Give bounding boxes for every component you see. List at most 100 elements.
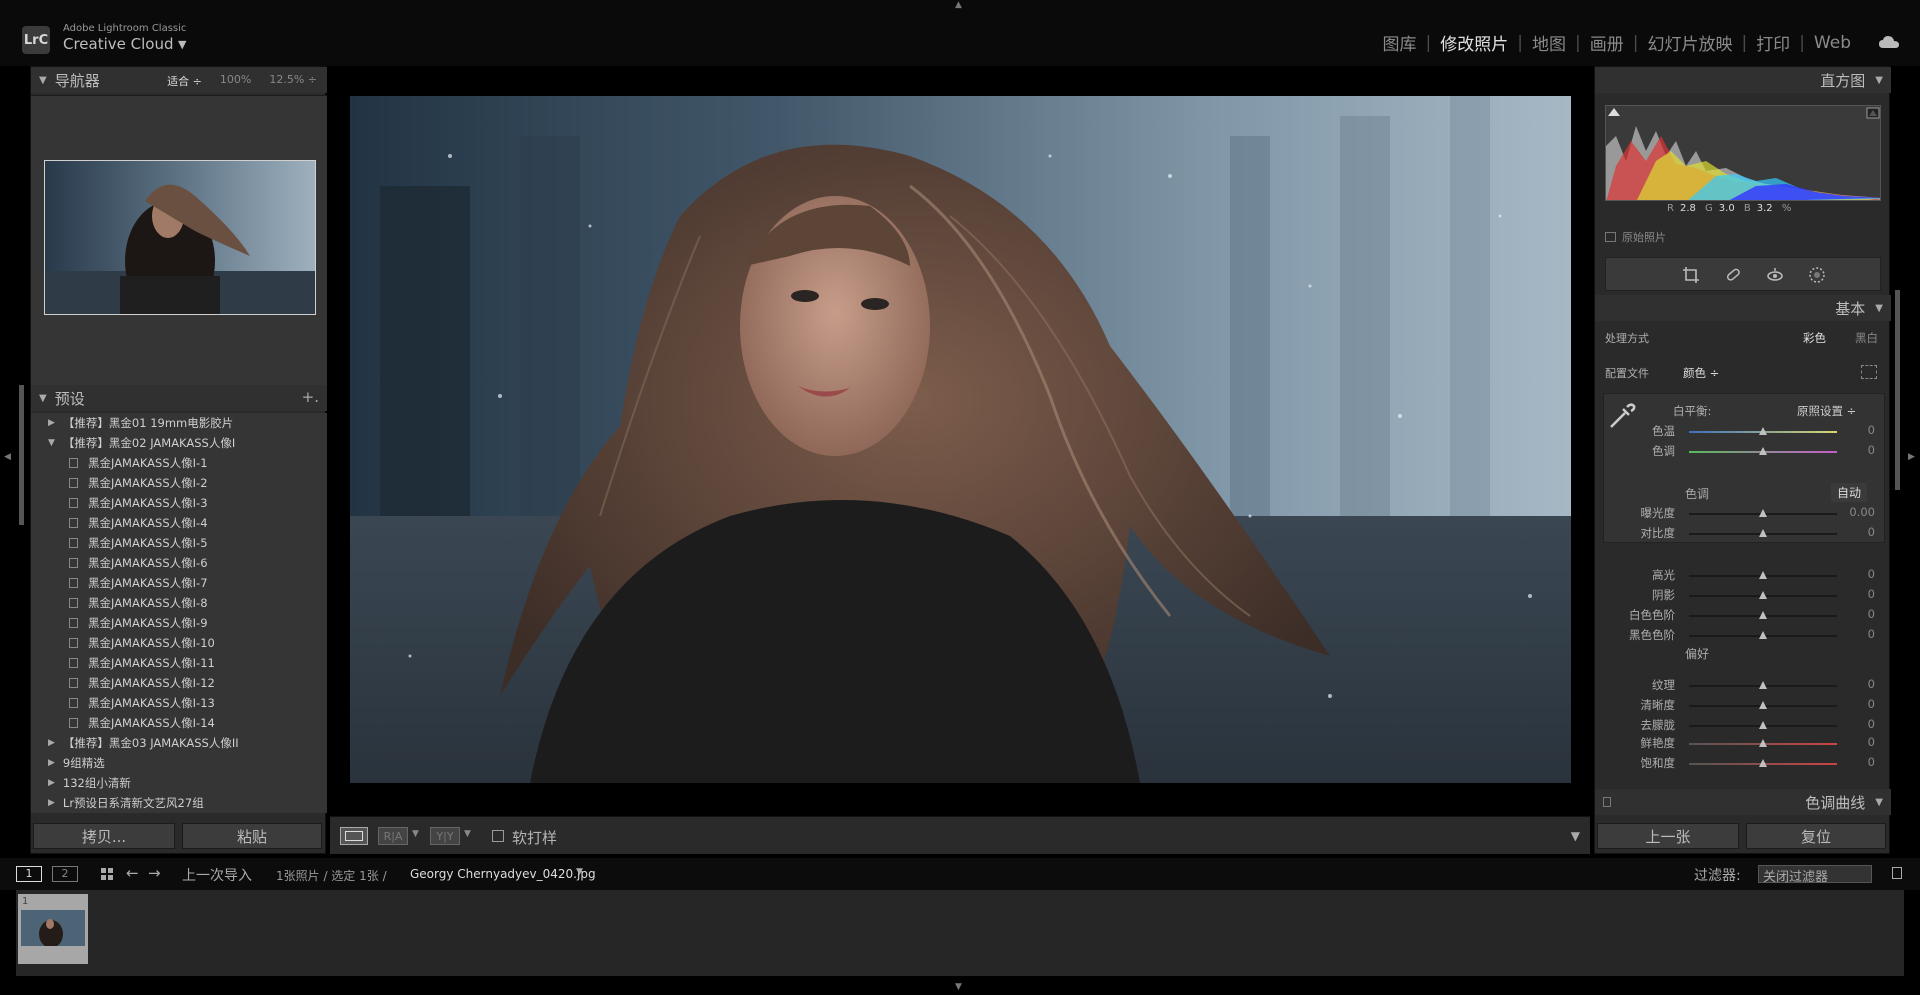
auto-tone-button[interactable]: 自动 <box>1831 483 1868 502</box>
module-tab-4[interactable]: 幻灯片放映 <box>1638 30 1741 55</box>
preset-folder[interactable]: ▼ 【推荐】黑金02 JAMAKASS人像I <box>31 433 327 453</box>
swap-before-after-button[interactable]: Y|Y <box>430 827 460 845</box>
slider-value[interactable]: 0 <box>1835 525 1875 539</box>
slider-value[interactable]: 0 <box>1835 423 1875 437</box>
collapse-triangle-icon[interactable]: ▼ <box>39 393 47 404</box>
profile-browser-icon[interactable] <box>1861 365 1877 379</box>
slider-track[interactable] <box>1689 591 1837 599</box>
slider-track[interactable] <box>1689 509 1837 517</box>
original-photo-toggle[interactable]: 原始照片 <box>1605 229 1666 245</box>
identity-caret-icon[interactable]: ▼ <box>178 38 186 51</box>
softproof-checkbox[interactable] <box>492 830 504 842</box>
before-after-button[interactable]: R|A <box>378 827 408 845</box>
preset-item[interactable]: 黑金JAMAKASS人像I-9 <box>31 613 327 633</box>
filmstrip-thumbnail[interactable]: 1 <box>18 894 88 964</box>
module-tab-6[interactable]: Web <box>1805 33 1860 53</box>
slider-value[interactable]: 0 <box>1835 607 1875 621</box>
slider-knob[interactable] <box>1759 427 1767 435</box>
module-tab-0[interactable]: 图库 <box>1374 30 1426 55</box>
expanded-triangle-icon[interactable]: ▼ <box>48 438 55 448</box>
histogram-header[interactable]: 直方图 ▼ <box>1595 67 1891 93</box>
slider-track[interactable] <box>1689 631 1837 639</box>
swap-caret-icon[interactable]: ▼ <box>464 829 471 839</box>
slider-track[interactable] <box>1689 427 1837 435</box>
wb-select[interactable]: 原照设置 ÷ <box>1797 403 1856 419</box>
preset-item[interactable]: 黑金JAMAKASS人像I-14 <box>31 713 327 733</box>
left-panel-toggle-icon[interactable]: ◀ <box>4 452 11 462</box>
slider-knob[interactable] <box>1759 529 1767 537</box>
paste-settings-button[interactable]: 粘贴 <box>182 823 322 849</box>
slider-value[interactable]: 0.00 <box>1835 505 1875 519</box>
module-tab-5[interactable]: 打印 <box>1747 30 1799 55</box>
slider-knob[interactable] <box>1759 509 1767 517</box>
source-label[interactable]: 上一次导入 <box>182 865 252 885</box>
preset-folder[interactable]: ▶ 【推荐】黑金03 JAMAKASS人像II <box>31 733 327 753</box>
preset-item[interactable]: 黑金JAMAKASS人像I-1 <box>31 453 327 473</box>
right-panel-toggle-icon[interactable]: ▶ <box>1908 452 1915 462</box>
slider-knob[interactable] <box>1759 759 1767 767</box>
toolbar-options-icon[interactable]: ▼ <box>1571 829 1580 843</box>
slider-value[interactable]: 0 <box>1835 755 1875 769</box>
slider-knob[interactable] <box>1759 571 1767 579</box>
preset-folder[interactable]: ▶ Lr预设日系清新文艺风27组 <box>31 793 327 813</box>
slider-value[interactable]: 0 <box>1835 735 1875 749</box>
main-photo[interactable] <box>350 96 1571 783</box>
preset-item[interactable]: 黑金JAMAKASS人像I-4 <box>31 513 327 533</box>
preset-folder[interactable]: ▶ 132组小清新 <box>31 773 327 793</box>
spot-removal-icon[interactable] <box>1724 266 1742 284</box>
treatment-bw-option[interactable]: 黑白 <box>1855 330 1878 346</box>
filter-select[interactable]: 关闭过滤器 <box>1758 865 1872 885</box>
slider-value[interactable]: 0 <box>1835 717 1875 731</box>
preset-item[interactable]: 黑金JAMAKASS人像I-6 <box>31 553 327 573</box>
filter-lock-icon[interactable] <box>1892 867 1902 879</box>
slider-value[interactable]: 0 <box>1835 627 1875 641</box>
before-after-caret-icon[interactable]: ▼ <box>412 829 419 839</box>
preset-item[interactable]: 黑金JAMAKASS人像I-2 <box>31 473 327 493</box>
collapsed-triangle-icon[interactable]: ▶ <box>48 758 55 768</box>
previous-button[interactable]: 上一张 <box>1597 823 1739 849</box>
top-panel-toggle-icon[interactable]: ▲ <box>955 0 962 10</box>
slider-track[interactable] <box>1689 447 1837 455</box>
slider-track[interactable] <box>1689 701 1837 709</box>
forward-arrow-icon[interactable]: → <box>148 864 161 882</box>
slider-knob[interactable] <box>1759 611 1767 619</box>
tone-curve-header[interactable]: 色调曲线 ▼ <box>1595 789 1891 815</box>
primary-window-button[interactable]: 1 <box>16 866 42 882</box>
preset-item[interactable]: 黑金JAMAKASS人像I-13 <box>31 693 327 713</box>
collapse-triangle-icon[interactable]: ▼ <box>39 75 47 86</box>
slider-track[interactable] <box>1689 529 1837 537</box>
preset-folder[interactable]: ▶ 【推荐】黑金01 19mm电影胶片 <box>31 413 327 433</box>
slider-track[interactable] <box>1689 611 1837 619</box>
mask-icon[interactable] <box>1808 266 1826 284</box>
slider-value[interactable]: 0 <box>1835 443 1875 457</box>
collapse-triangle-icon[interactable]: ▼ <box>1875 75 1883 86</box>
slider-value[interactable]: 0 <box>1835 587 1875 601</box>
preset-item[interactable]: 黑金JAMAKASS人像I-10 <box>31 633 327 653</box>
slider-value[interactable]: 0 <box>1835 677 1875 691</box>
collapse-triangle-icon[interactable]: ▼ <box>1875 797 1883 808</box>
preset-item[interactable]: 黑金JAMAKASS人像I-3 <box>31 493 327 513</box>
back-arrow-icon[interactable]: ← <box>126 864 139 882</box>
red-eye-icon[interactable] <box>1766 266 1784 284</box>
slider-knob[interactable] <box>1759 631 1767 639</box>
grid-icon[interactable] <box>100 867 114 881</box>
bottom-panel-toggle-icon[interactable]: ▼ <box>955 982 962 992</box>
histogram[interactable] <box>1605 105 1881 201</box>
slider-track[interactable] <box>1689 721 1837 729</box>
zoom-custom[interactable]: 12.5% ÷ <box>269 73 317 89</box>
panel-switch-icon[interactable] <box>1603 797 1611 807</box>
module-tab-2[interactable]: 地图 <box>1523 30 1575 55</box>
slider-value[interactable]: 0 <box>1835 697 1875 711</box>
slider-track[interactable] <box>1689 571 1837 579</box>
slider-knob[interactable] <box>1759 721 1767 729</box>
preset-item[interactable]: 黑金JAMAKASS人像I-7 <box>31 573 327 593</box>
slider-knob[interactable] <box>1759 701 1767 709</box>
left-scrollbar[interactable] <box>19 385 24 525</box>
basic-panel-header[interactable]: 基本 ▼ <box>1595 295 1891 321</box>
preset-item[interactable]: 黑金JAMAKASS人像I-12 <box>31 673 327 693</box>
cloud-sync-icon[interactable] <box>1878 34 1900 50</box>
module-tab-3[interactable]: 画册 <box>1581 30 1633 55</box>
collapsed-triangle-icon[interactable]: ▶ <box>48 778 55 788</box>
loupe-view-button[interactable] <box>340 827 368 845</box>
slider-knob[interactable] <box>1759 591 1767 599</box>
